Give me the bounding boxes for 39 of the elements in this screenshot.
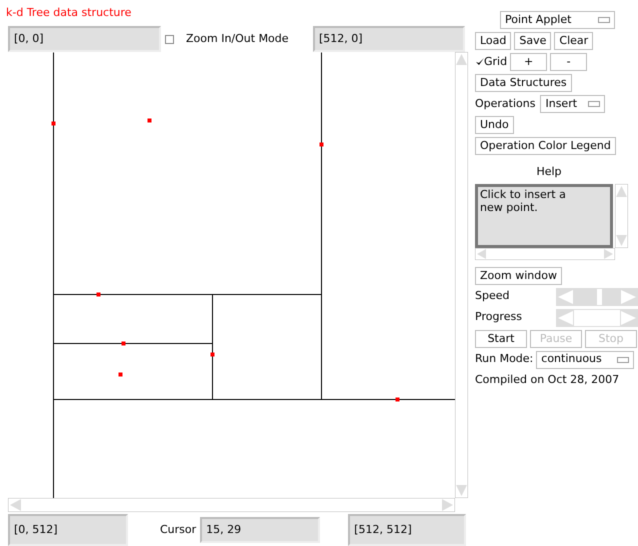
slider-label: Progress <box>475 309 523 326</box>
vertical-scrollbar[interactable] <box>455 52 468 498</box>
zoom-button[interactable]: - <box>550 53 588 71</box>
file-button[interactable]: Load <box>475 32 512 50</box>
right-arrow-icon <box>620 308 638 326</box>
left-arrow-icon <box>556 308 574 326</box>
zoom-button[interactable]: + <box>510 53 548 71</box>
legend-button[interactable]: Operation Color Legend <box>475 137 616 155</box>
help-text-area[interactable]: Click to insert a new point. <box>475 184 613 248</box>
coordinate-field: [512, 0] <box>313 26 465 52</box>
right-arrow-icon[interactable] <box>620 288 638 306</box>
file-button[interactable]: Clear <box>554 32 594 50</box>
cursor-label: Cursor <box>160 522 196 538</box>
speed-slider[interactable] <box>556 288 638 306</box>
operations-label: Operations <box>475 96 536 112</box>
app-title: k-d Tree data structure <box>6 5 132 21</box>
run-mode-dropdown[interactable]: continuous <box>536 350 634 368</box>
run-button[interactable]: Start <box>475 330 527 348</box>
horizontal-scrollbar[interactable] <box>8 498 455 512</box>
data-structures-button[interactable]: Data Structures <box>475 74 572 92</box>
vertical-scrollbar[interactable] <box>615 184 628 248</box>
operations-dropdown[interactable]: Insert <box>540 95 606 113</box>
compiled-date: Compiled on Oct 28, 2007 <box>475 372 620 388</box>
checkbox-label: Zoom In/Out Mode <box>186 30 290 47</box>
horizontal-scrollbar[interactable] <box>475 248 615 260</box>
coordinate-field: [512, 512] <box>348 514 466 546</box>
zoom-window-button[interactable]: Zoom window <box>475 266 562 284</box>
checkbox[interactable] <box>165 34 174 44</box>
undo-button[interactable]: Undo <box>475 116 514 134</box>
applet-dropdown[interactable]: Point Applet <box>500 11 615 29</box>
left-arrow-icon[interactable] <box>556 288 574 306</box>
checkbox-label: Grid <box>484 54 508 70</box>
slider-label: Speed <box>475 288 510 304</box>
run-mode-label: Run Mode: <box>475 351 534 368</box>
coordinate-field: [0, 512] <box>8 514 128 546</box>
coordinate-field: [0, 0] <box>8 26 161 52</box>
help-label: Help <box>535 164 563 180</box>
cursor-field: 15, 29 <box>200 517 320 543</box>
file-button[interactable]: Save <box>514 32 552 50</box>
